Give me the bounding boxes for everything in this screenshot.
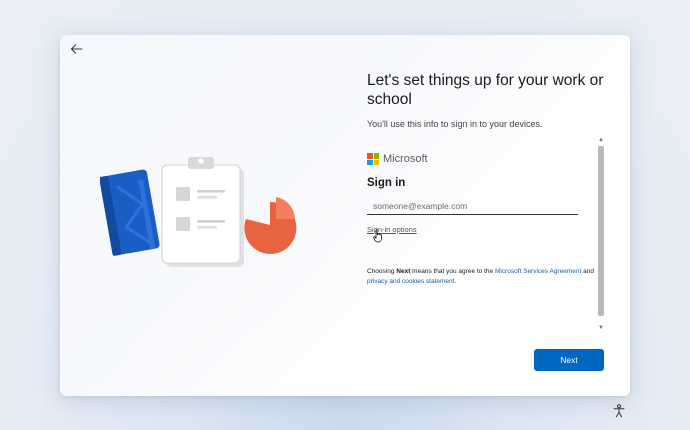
scrollbar[interactable]: ▲ ▼: [597, 136, 605, 332]
arrow-left-icon: [70, 44, 83, 54]
clipboard-icon: [161, 157, 244, 267]
legal-next-word: Next: [396, 268, 411, 275]
signin-panel: Microsoft Sign in Sign-in options Choosi…: [367, 136, 604, 331]
setup-dialog: Let's set things up for your work or sch…: [60, 35, 630, 396]
legal-text: and: [581, 268, 594, 275]
pie-chart-icon: [244, 197, 297, 254]
services-agreement-link[interactable]: Microsoft Services Agreement: [495, 268, 581, 275]
next-button[interactable]: Next: [534, 349, 604, 371]
page-title: Let's set things up for your work or sch…: [367, 72, 604, 108]
setup-illustration: [100, 157, 297, 267]
microsoft-logo-icon: [367, 153, 379, 165]
notebook-icon: [100, 169, 160, 256]
hand-cursor-icon: [373, 229, 382, 243]
scroll-down-icon[interactable]: ▼: [597, 324, 605, 332]
legal-text: means that you agree to the: [410, 268, 495, 275]
legal-text: .: [454, 277, 457, 285]
signin-heading: Sign in: [367, 177, 406, 189]
legal-notice: Choosing Next means that you agree to th…: [367, 267, 602, 286]
microsoft-logo: Microsoft: [367, 153, 428, 165]
page-subtitle: You'll use this info to sign in to your …: [367, 119, 543, 129]
email-field[interactable]: [367, 197, 578, 215]
scroll-up-icon[interactable]: ▲: [597, 136, 605, 144]
back-button[interactable]: [66, 41, 86, 57]
microsoft-brand-label: Microsoft: [383, 153, 428, 165]
scrollbar-thumb[interactable]: [598, 146, 604, 316]
legal-text: Choosing: [367, 268, 397, 275]
accessibility-icon[interactable]: [612, 404, 626, 418]
privacy-statement-link[interactable]: privacy and cookies statement: [367, 278, 454, 285]
